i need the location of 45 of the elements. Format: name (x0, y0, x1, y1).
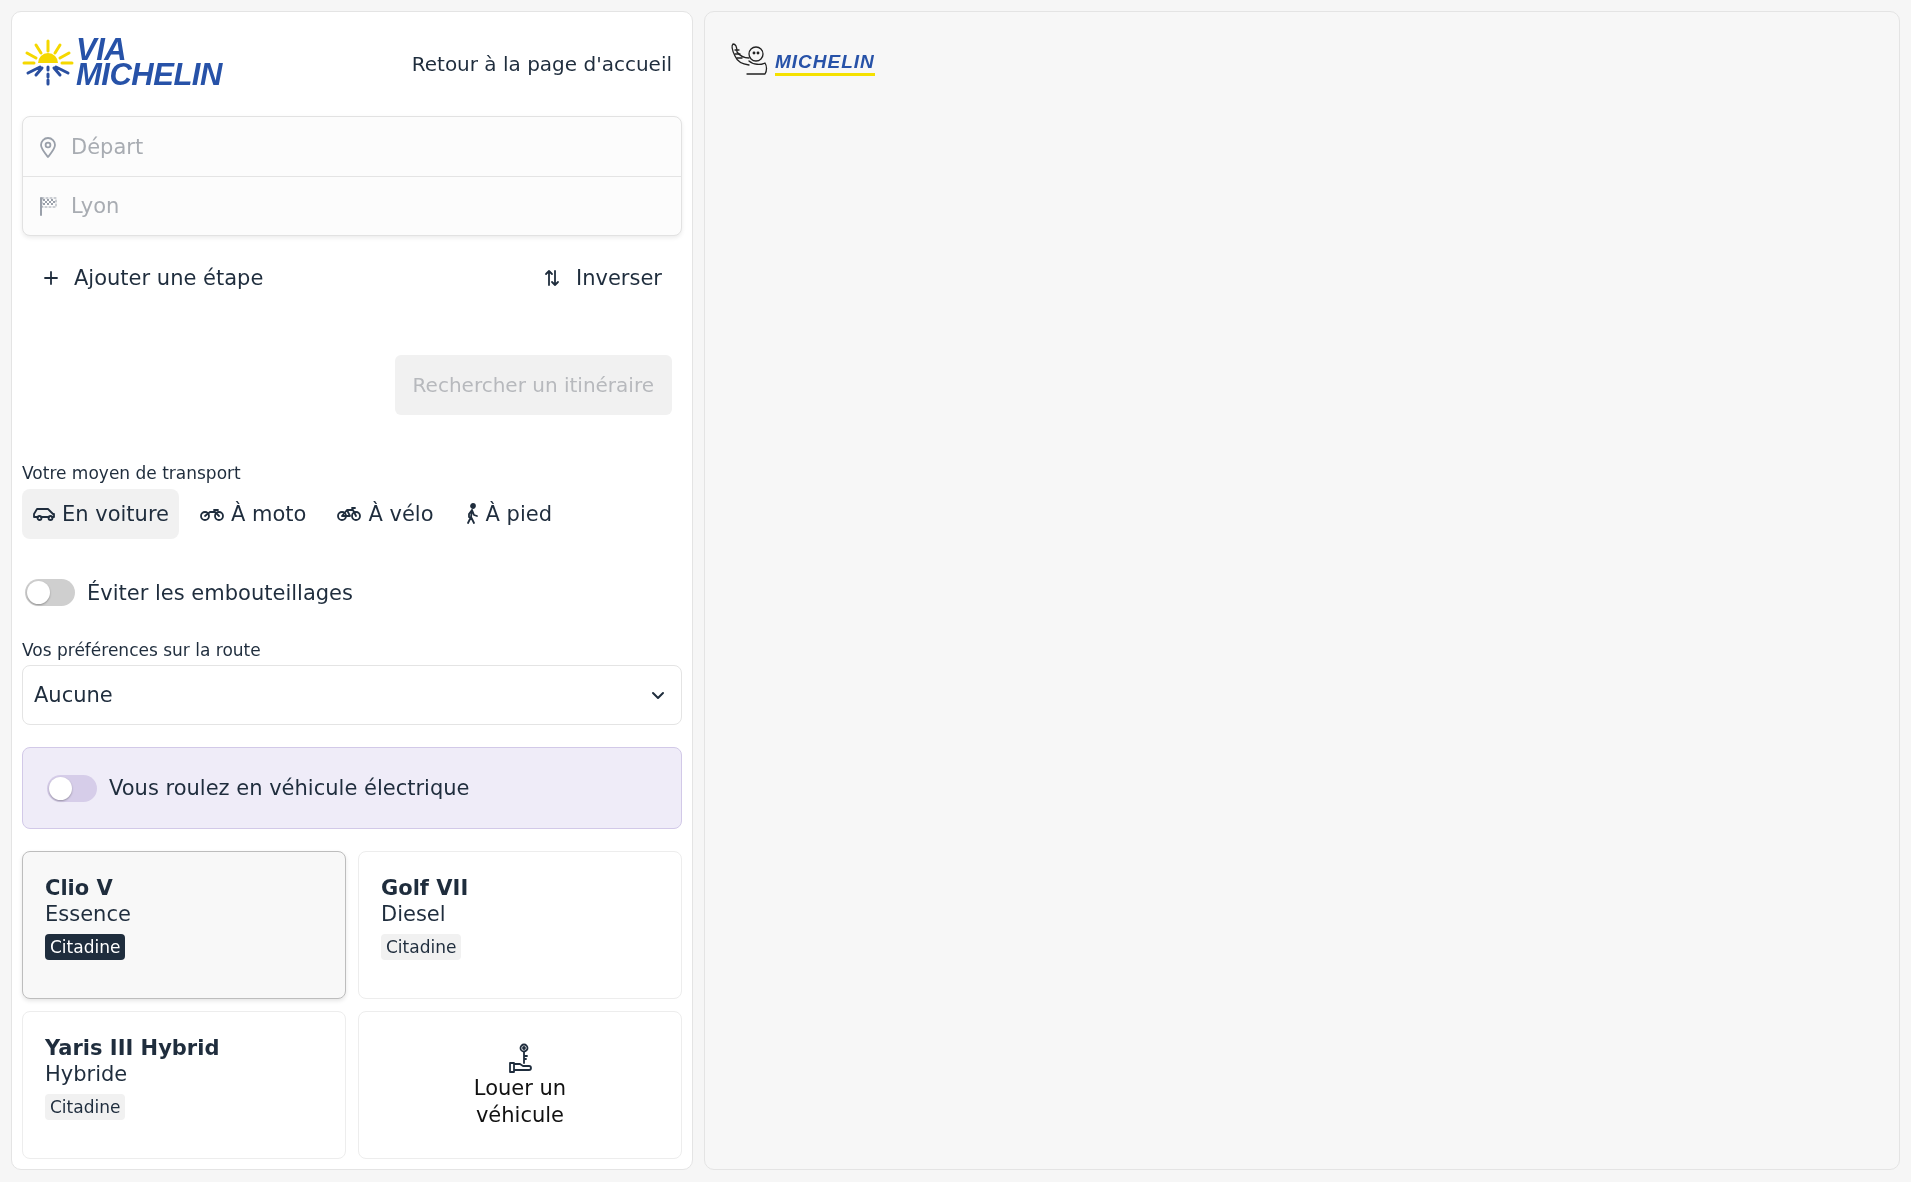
category-tag: Citadine (45, 1094, 126, 1120)
vehicle-card[interactable]: Yaris III Hybrid Hybride Citadine (22, 1011, 346, 1159)
route-input[interactable]: Départ (69, 133, 667, 160)
vehicle-card[interactable]: Golf VII Diesel Citadine (358, 851, 682, 999)
dropdown-value: Aucune (34, 683, 113, 707)
chevron-down-icon (651, 690, 665, 700)
transport-tab[interactable]: En voiture (22, 489, 179, 539)
hand-with-key-icon (507, 1043, 533, 1075)
toggle-label: Vous roulez en véhicule électrique (109, 776, 470, 800)
transport-tab[interactable]: À moto (189, 489, 317, 539)
via-michelin-logo[interactable]: VIA MICHELIN (22, 37, 222, 87)
map-pin-icon (39, 135, 57, 158)
swap-link[interactable]: Inverser (544, 266, 662, 290)
vehicle-card[interactable]: Clio V Essence Citadine (22, 851, 346, 999)
category-tag: Citadine (45, 934, 126, 960)
route-preference-dropdown[interactable]: Aucune (22, 665, 682, 725)
vehicle-name: Clio V (45, 876, 113, 900)
transport-tab[interactable]: À vélo (326, 489, 444, 539)
add-stop-link[interactable]: Ajouter une étape (44, 266, 264, 290)
logo-text: VIA (76, 37, 127, 62)
car-icon (32, 506, 56, 522)
sun-rays-icon (22, 37, 74, 87)
fuel-type: Diesel (381, 902, 446, 926)
bicycle-icon (336, 506, 363, 522)
route-input[interactable]: Lyon (69, 193, 667, 219)
rent-vehicle-card[interactable]: Louer un véhicule (358, 1011, 682, 1159)
vehicle-name: Yaris III Hybrid (45, 1036, 220, 1060)
logo-text: MICHELIN (76, 62, 222, 87)
fuel-type: Hybride (45, 1062, 128, 1086)
rent-label: Louer un véhicule (472, 1075, 568, 1129)
vehicle-name: Golf VII (381, 876, 469, 900)
checkered-flag-icon (39, 196, 57, 216)
motorcycle-icon (199, 506, 225, 522)
plus-icon (44, 271, 58, 285)
toggle-switch[interactable] (47, 774, 97, 802)
fuel-type: Essence (45, 902, 131, 926)
toggle-switch[interactable] (25, 579, 75, 606)
section-label: Votre moyen de transport (22, 463, 242, 483)
section-label: Vos préférences sur la route (22, 640, 262, 660)
toggle-label: Éviter les embouteillages (87, 580, 353, 605)
transport-tab[interactable]: À pied (453, 489, 562, 539)
category-tag: Citadine (381, 934, 462, 960)
logo-text: MICHELIN (775, 51, 875, 72)
swap-arrows-icon (544, 269, 560, 287)
home-link[interactable]: Retour à la page d'accueil (411, 48, 672, 76)
